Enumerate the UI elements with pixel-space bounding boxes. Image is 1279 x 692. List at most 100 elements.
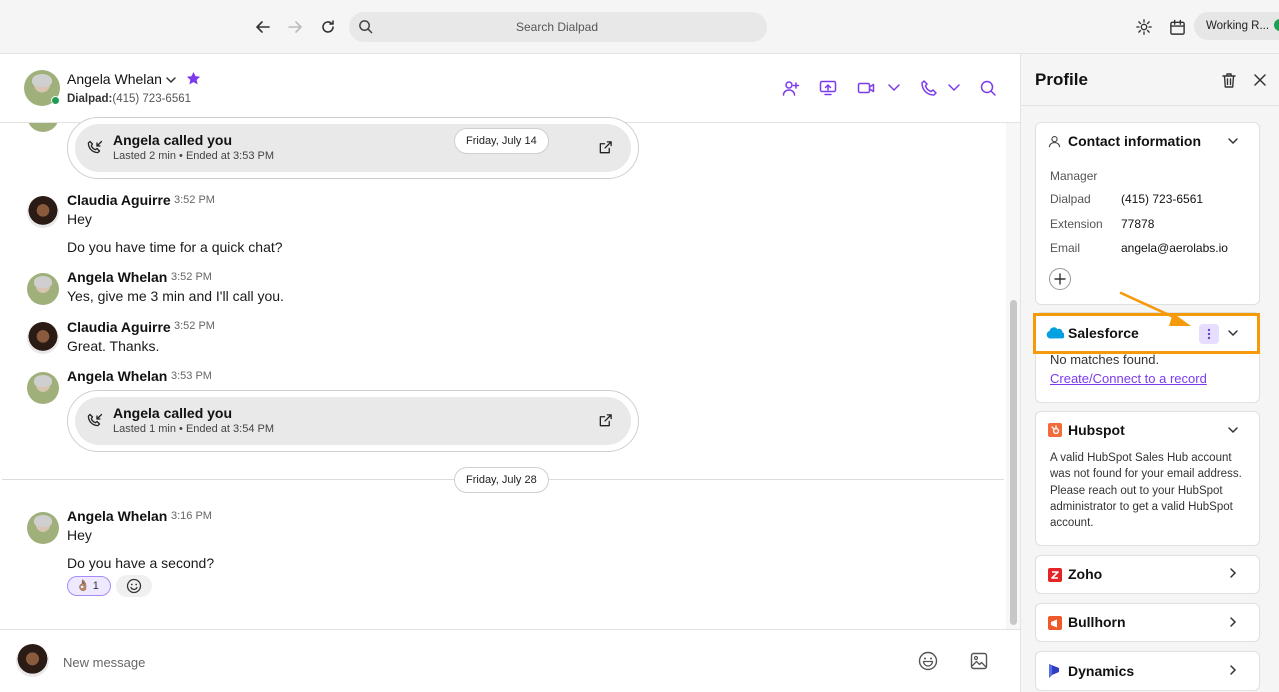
- message-text: Do you have a second?: [67, 555, 215, 571]
- avatar[interactable]: [27, 322, 59, 354]
- date-divider: Friday, July 28: [454, 467, 549, 493]
- emoji-icon[interactable]: [918, 651, 938, 671]
- contact-name-text: Angela Whelan: [67, 71, 162, 87]
- star-icon[interactable]: [186, 71, 201, 86]
- field-label: Extension: [1050, 217, 1103, 231]
- message-time: 3:52 PM: [174, 194, 215, 206]
- avatar[interactable]: [27, 372, 59, 404]
- bullhorn-title: Bullhorn: [1068, 614, 1126, 630]
- search-icon: [359, 20, 373, 34]
- back-button[interactable]: [251, 15, 275, 39]
- reaction-count: 1: [92, 580, 99, 592]
- calendar-button[interactable]: [1165, 15, 1189, 39]
- field-label: Email: [1050, 241, 1081, 255]
- add-person-icon[interactable]: [782, 79, 800, 97]
- call-summary[interactable]: Angela called you Lasted 2 min • Ended a…: [75, 124, 631, 172]
- forward-button[interactable]: [283, 15, 307, 39]
- message-input[interactable]: [63, 652, 883, 672]
- message-text: Do you have time for a quick chat?: [67, 239, 283, 255]
- plus-icon: [1054, 273, 1066, 285]
- phone-icon[interactable]: [920, 79, 938, 97]
- search-input[interactable]: [379, 12, 735, 42]
- calendar-icon: [1169, 19, 1185, 35]
- status-selector[interactable]: Working R...: [1194, 12, 1279, 40]
- message-time: 3:52 PM: [174, 320, 215, 332]
- chevron-down-icon[interactable]: [165, 74, 177, 86]
- avatar[interactable]: [27, 273, 59, 305]
- smiley-icon: [126, 578, 142, 594]
- trash-icon[interactable]: [1221, 72, 1237, 89]
- arrow-annotation-icon: [1119, 291, 1191, 326]
- panel-title: Profile: [1035, 70, 1088, 89]
- close-icon[interactable]: [1253, 73, 1267, 87]
- message-text: Hey: [67, 211, 92, 227]
- video-call-icon[interactable]: [857, 79, 875, 97]
- message-time: 3:53 PM: [171, 370, 212, 382]
- external-link-icon[interactable]: [598, 413, 613, 428]
- reaction-chip[interactable]: 👌🏽 1: [67, 576, 111, 596]
- chevron-down-icon[interactable]: [945, 79, 963, 97]
- add-reaction-button[interactable]: [116, 575, 152, 597]
- create-connect-link[interactable]: Create/Connect to a record: [1050, 371, 1207, 386]
- chevron-right-icon[interactable]: [1226, 663, 1240, 677]
- contact-line: Dialpad:(415) 723-6561: [67, 93, 191, 105]
- sender-name[interactable]: Angela Whelan: [67, 269, 167, 285]
- message-time: 3:52 PM: [171, 271, 212, 283]
- arrow-right-icon: [288, 21, 302, 33]
- contact-role: Manager: [1050, 169, 1098, 183]
- message-text: Great. Thanks.: [67, 338, 160, 354]
- hubspot-message: A valid HubSpot Sales Hub account was no…: [1050, 452, 1242, 530]
- sender-name[interactable]: Claudia Aguirre: [67, 192, 171, 208]
- search-bar[interactable]: [349, 12, 767, 42]
- hubspot-title[interactable]: Hubspot: [1068, 422, 1125, 438]
- online-indicator: [51, 96, 60, 105]
- screen-share-icon[interactable]: [819, 79, 837, 97]
- chevron-right-icon[interactable]: [1226, 615, 1240, 629]
- call-title: Angela called you: [113, 405, 233, 421]
- message-text: Hey: [67, 527, 92, 543]
- field-value[interactable]: angela@aerolabs.io: [1121, 241, 1228, 255]
- zoho-logo-icon: [1048, 568, 1062, 582]
- search-icon[interactable]: [979, 79, 997, 97]
- call-detail: Lasted 2 min • Ended at 3:53 PM: [113, 150, 275, 162]
- dynamics-logo-icon: [1049, 664, 1059, 678]
- image-icon[interactable]: [970, 652, 988, 670]
- call-card: Angela called you Lasted 1 min • Ended a…: [67, 390, 639, 452]
- field-label: Dialpad: [1050, 192, 1091, 206]
- reload-button[interactable]: [316, 15, 340, 39]
- external-link-icon[interactable]: [598, 140, 613, 155]
- contact-name[interactable]: Angela Whelan: [67, 71, 162, 87]
- settings-button[interactable]: [1132, 15, 1156, 39]
- add-field-button[interactable]: [1049, 268, 1071, 290]
- contact-info-title[interactable]: Contact information: [1068, 133, 1201, 149]
- call-summary[interactable]: Angela called you Lasted 1 min • Ended a…: [75, 397, 631, 445]
- field-value[interactable]: (415) 723-6561: [1121, 192, 1203, 206]
- field-value[interactable]: 77878: [1121, 217, 1154, 231]
- message-composer: [0, 629, 1020, 692]
- message-time: 3:16 PM: [171, 510, 212, 522]
- status-label: Working R...: [1206, 20, 1270, 32]
- salesforce-status: No matches found.: [1050, 352, 1160, 367]
- sender-name[interactable]: Angela Whelan: [67, 508, 167, 524]
- hubspot-logo-icon: [1048, 423, 1062, 437]
- avatar[interactable]: [27, 512, 59, 544]
- chevron-down-icon[interactable]: [1226, 423, 1240, 437]
- date-badge: Friday, July 14: [454, 128, 549, 154]
- sender-name[interactable]: Claudia Aguirre: [67, 319, 171, 335]
- scrollbar-thumb[interactable]: [1010, 300, 1017, 625]
- gear-icon: [1136, 19, 1152, 35]
- sender-name[interactable]: Angela Whelan: [67, 368, 167, 384]
- chevron-down-icon[interactable]: [1226, 134, 1240, 148]
- zoho-title: Zoho: [1068, 566, 1103, 582]
- status-indicator: [1274, 19, 1279, 31]
- call-card: Angela called you Lasted 2 min • Ended a…: [67, 117, 639, 179]
- chevron-down-icon[interactable]: [885, 79, 903, 97]
- panel-divider: [1021, 105, 1279, 106]
- reload-icon: [322, 20, 334, 33]
- person-icon: [1048, 136, 1061, 148]
- avatar: [16, 644, 49, 677]
- chevron-right-icon[interactable]: [1226, 566, 1240, 580]
- line-number: (415) 723-6561: [112, 93, 192, 105]
- avatar[interactable]: [27, 196, 59, 228]
- incoming-call-icon: [87, 140, 103, 154]
